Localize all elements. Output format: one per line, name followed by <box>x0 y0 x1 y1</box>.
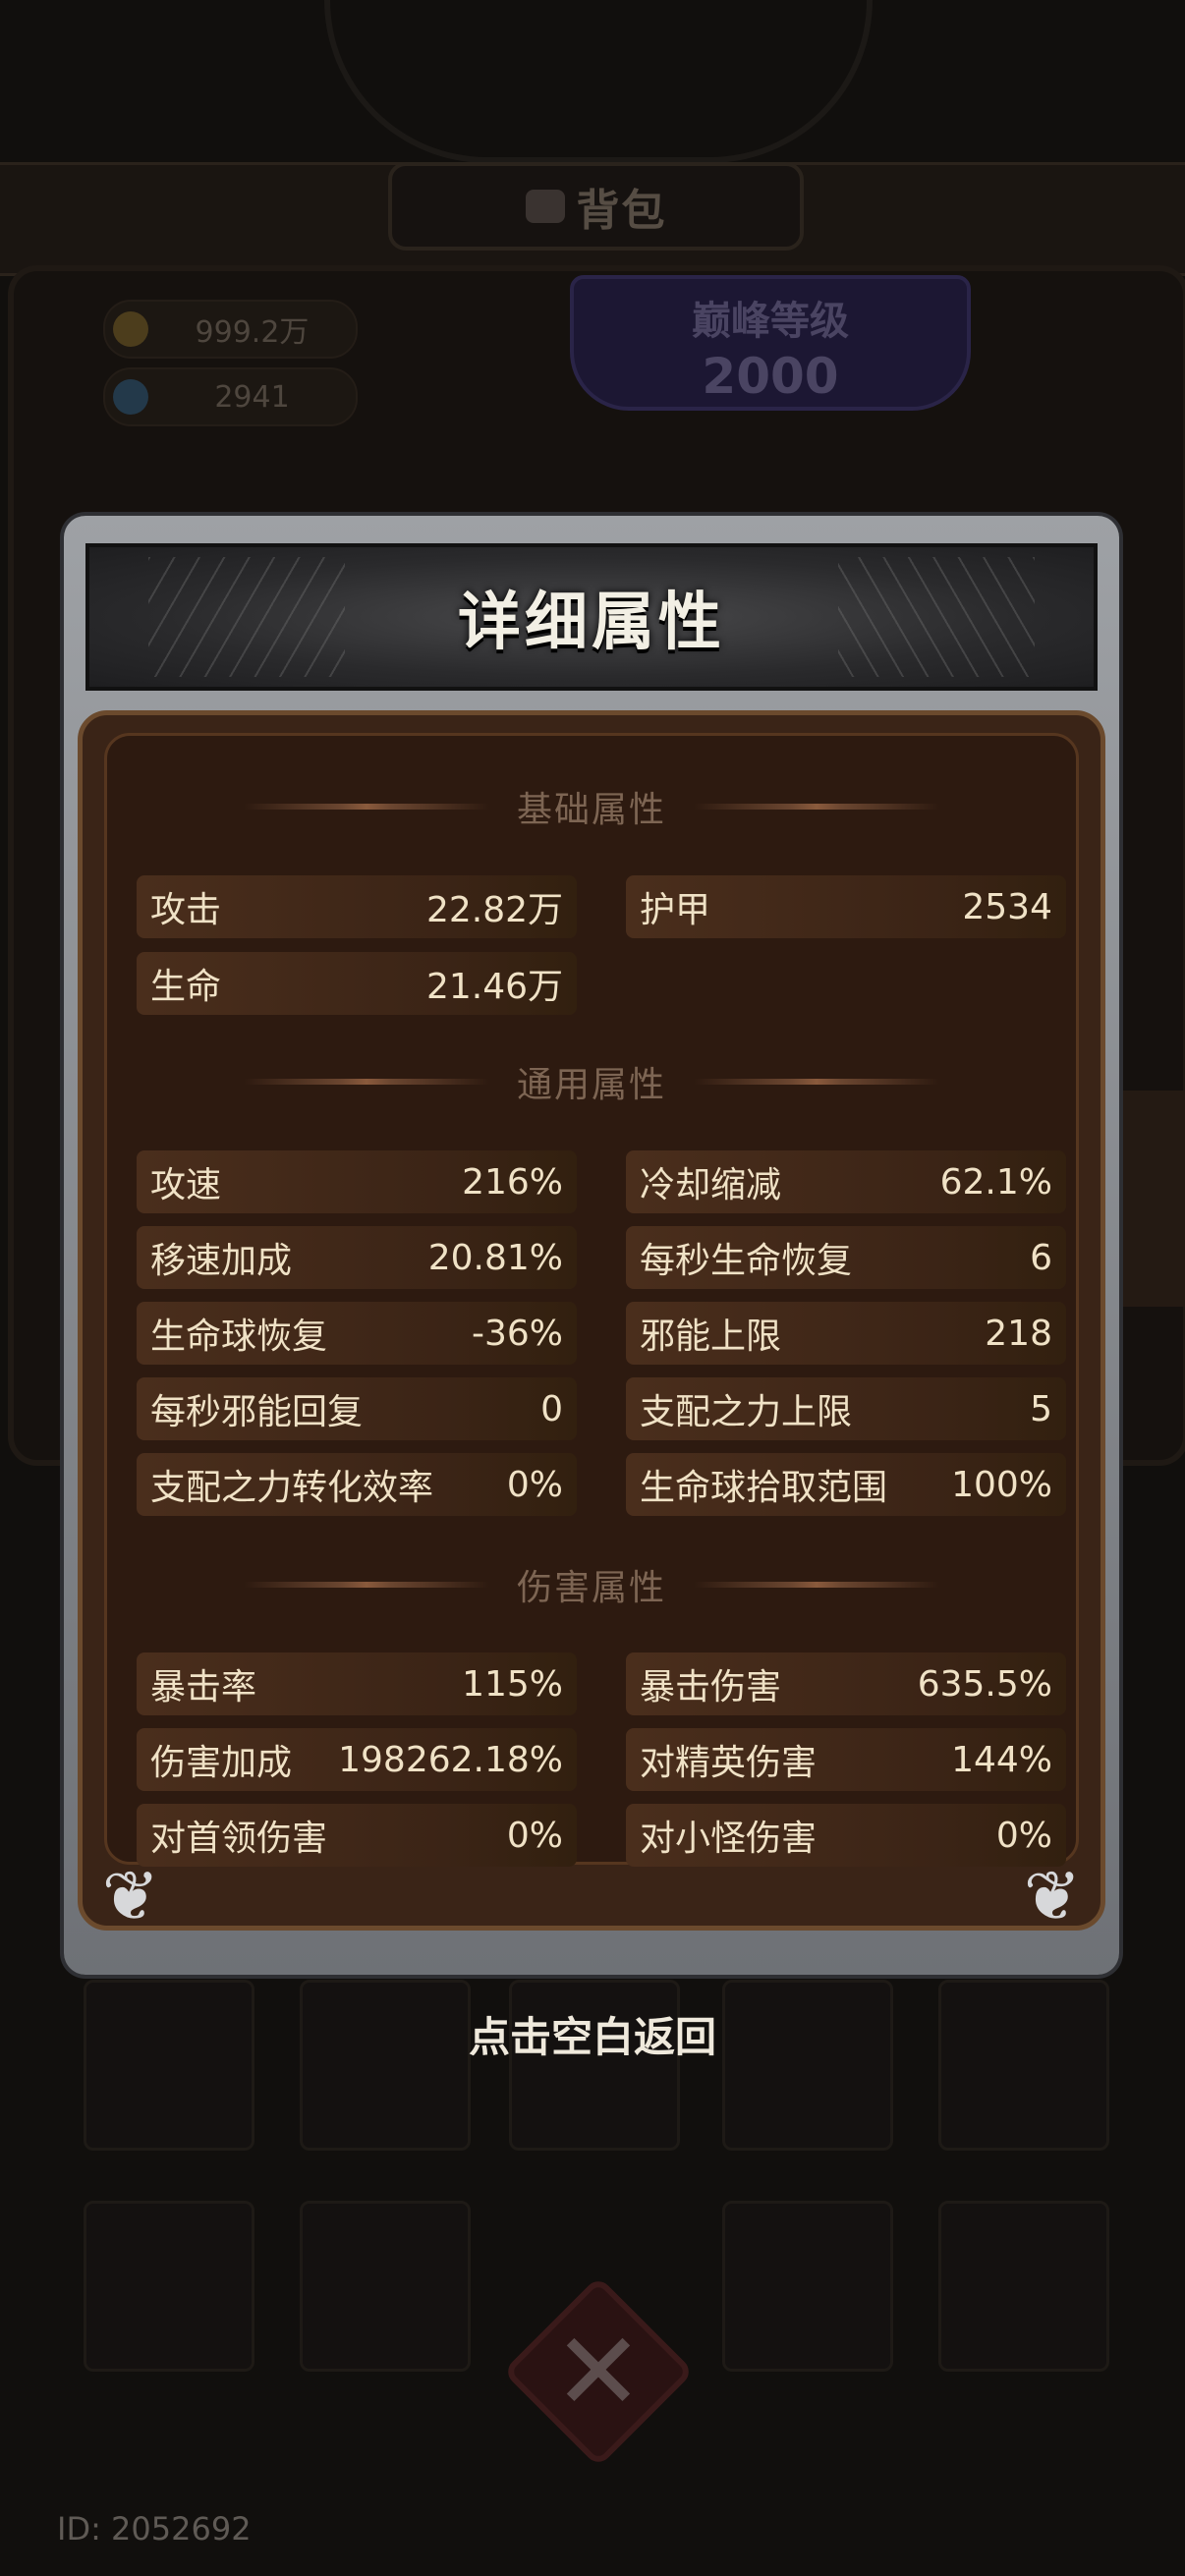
stat-damage-bonus: 伤害加成 198262.18% <box>137 1728 577 1791</box>
stat-fel-energy-max: 邪能上限 218 <box>626 1302 1066 1365</box>
stat-value: 22.82万 <box>425 890 563 930</box>
section-general-label: 通用属性 <box>516 1065 666 1105</box>
stat-name: 对精英伤害 <box>640 1743 818 1783</box>
section-basic-label: 基础属性 <box>516 790 666 830</box>
peak-level-label: 巅峰等级 <box>692 299 849 344</box>
stat-value: 115% <box>462 1663 563 1705</box>
stat-value: 100% <box>951 1464 1052 1505</box>
stat-name: 护甲 <box>640 890 711 930</box>
stat-boss-damage: 对首领伤害 0% <box>137 1804 577 1867</box>
stat-name: 支配之力转化效率 <box>150 1468 434 1508</box>
header-decoration <box>838 557 1035 677</box>
stat-name: 伤害加成 <box>150 1743 293 1783</box>
stat-value: 21.46万 <box>425 967 563 1007</box>
item-slot <box>938 2201 1109 2372</box>
divider-line <box>243 804 489 810</box>
stat-name: 邪能上限 <box>640 1316 782 1357</box>
corner-ornament-icon: ❦ <box>1023 1856 1082 1936</box>
item-slot <box>84 2201 254 2372</box>
attributes-list: 基础属性 攻击 22.82万 护甲 2534 生命 21.46万 通用属性 攻速… <box>104 733 1079 1867</box>
stat-name: 移速加成 <box>150 1241 293 1281</box>
stat-name: 对小怪伤害 <box>640 1819 818 1859</box>
stat-value: 0% <box>506 1464 563 1505</box>
stat-name: 支配之力上限 <box>640 1392 853 1432</box>
stat-dominion-max: 支配之力上限 5 <box>626 1377 1066 1440</box>
stat-attack-speed: 攻速 216% <box>137 1150 577 1213</box>
inventory-title: 背包 <box>576 186 667 236</box>
section-damage-title: 伤害属性 <box>107 1557 1076 1612</box>
divider-line <box>243 1582 489 1588</box>
stat-fel-energy-regen: 每秒邪能回复 0 <box>137 1377 577 1440</box>
tap-to-return-hint[interactable]: 点击空白返回 <box>0 2004 1185 2064</box>
peak-level-badge: 巅峰等级 2000 <box>570 275 971 411</box>
stat-value: 5 <box>1030 1388 1052 1429</box>
stat-name: 攻击 <box>150 890 222 930</box>
panel-title: 详细属性 <box>458 587 725 659</box>
user-id: ID: 2052692 <box>57 2510 252 2548</box>
stat-name: 对首领伤害 <box>150 1819 328 1859</box>
stat-name: 攻速 <box>150 1165 222 1205</box>
stat-value: 218 <box>985 1313 1052 1354</box>
stat-value: 62.1% <box>939 1161 1052 1203</box>
divider-line <box>694 804 939 810</box>
stat-name: 每秒邪能回复 <box>150 1392 364 1432</box>
stat-value: 20.81% <box>427 1237 563 1278</box>
stat-name: 生命球恢复 <box>150 1316 328 1357</box>
corner-ornament-icon: ❦ <box>101 1856 160 1936</box>
stat-name: 每秒生命恢复 <box>640 1241 853 1281</box>
item-slot <box>722 2201 893 2372</box>
stat-crit-damage: 暴击伤害 635.5% <box>626 1652 1066 1715</box>
divider-line <box>694 1582 939 1588</box>
stat-armor: 护甲 2534 <box>626 875 1066 938</box>
gem-counter: 2941 <box>103 367 358 426</box>
bag-icon <box>525 190 565 223</box>
stat-cooldown-reduction: 冷却缩减 62.1% <box>626 1150 1066 1213</box>
panel-header: 详细属性 <box>85 543 1098 691</box>
stat-name: 暴击率 <box>150 1667 257 1708</box>
stat-name: 暴击伤害 <box>640 1667 782 1708</box>
stat-crit-rate: 暴击率 115% <box>137 1652 577 1715</box>
crossed-swords-icon: ✕ <box>552 2309 645 2435</box>
stat-value: 0% <box>506 1815 563 1856</box>
stat-value: 2534 <box>962 886 1052 927</box>
stat-value: 635.5% <box>917 1663 1052 1705</box>
stat-value: 6 <box>1030 1237 1052 1278</box>
stat-name: 生命球拾取范围 <box>640 1468 888 1508</box>
item-slot <box>300 2201 471 2372</box>
stat-value: -36% <box>471 1313 563 1354</box>
section-general-title: 通用属性 <box>107 1054 1076 1109</box>
side-tab <box>1120 1091 1185 1307</box>
stat-elite-damage: 对精英伤害 144% <box>626 1728 1066 1791</box>
gold-coin-icon <box>113 311 148 347</box>
stat-orb-pickup-range: 生命球拾取范围 100% <box>626 1453 1066 1516</box>
stat-attack: 攻击 22.82万 <box>137 875 577 938</box>
inventory-title-plate: 背包 <box>388 162 804 251</box>
stat-dominion-efficiency: 支配之力转化效率 0% <box>137 1453 577 1516</box>
panel-body: 基础属性 攻击 22.82万 护甲 2534 生命 21.46万 通用属性 攻速… <box>78 710 1105 1935</box>
detail-attributes-panel: 详细属性 基础属性 攻击 22.82万 护甲 2534 生命 21.46万 通用… <box>64 516 1119 1975</box>
stat-value: 144% <box>951 1739 1052 1780</box>
stat-value: 198262.18% <box>338 1739 563 1780</box>
stat-name: 冷却缩减 <box>640 1165 782 1205</box>
divider-line <box>243 1079 489 1085</box>
section-basic-title: 基础属性 <box>107 779 1076 834</box>
stat-move-speed-bonus: 移速加成 20.81% <box>137 1226 577 1289</box>
stat-value: 216% <box>462 1161 563 1203</box>
peak-level-value: 2000 <box>702 348 839 405</box>
divider-line <box>694 1079 939 1085</box>
gold-counter: 999.2万 <box>103 300 358 359</box>
stat-name: 生命 <box>150 967 222 1007</box>
section-damage-label: 伤害属性 <box>516 1568 666 1608</box>
gem-icon <box>113 379 148 415</box>
gold-value: 999.2万 <box>195 315 310 350</box>
header-decoration <box>148 557 345 677</box>
gem-value: 2941 <box>214 379 290 415</box>
stat-health-regen: 每秒生命恢复 6 <box>626 1226 1066 1289</box>
stat-health: 生命 21.46万 <box>137 952 577 1015</box>
stat-health-orb-recovery: 生命球恢复 -36% <box>137 1302 577 1365</box>
background-ornament <box>324 0 873 163</box>
stat-value: 0 <box>540 1388 563 1429</box>
stat-value: 0% <box>995 1815 1052 1856</box>
